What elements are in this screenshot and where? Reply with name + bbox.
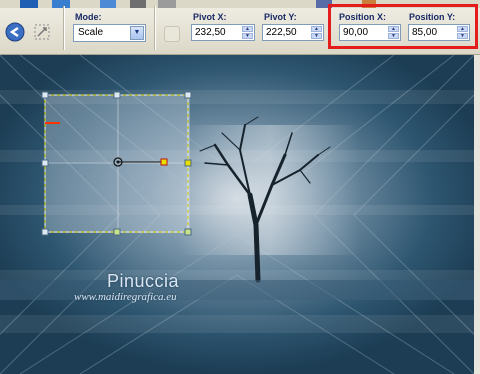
spin-up-icon[interactable]: ▲ [242,26,253,32]
tool-options-toolbar: Mode: Scale ▼ Pivot X: 232,50 ▲ ▼ Pivot Y… [0,0,480,55]
reset-icon [34,24,50,40]
image-canvas[interactable]: Pinuccia www.maidiregrafica.eu [0,55,474,374]
spin-up-icon[interactable]: ▲ [311,26,322,32]
spin-down-icon[interactable]: ▼ [242,33,253,39]
canvas-artwork [0,55,474,374]
toolbar-separator [154,6,156,50]
pivot-x-label: Pivot X: [193,12,227,22]
pivot-x-value: 232,50 [195,27,226,38]
pivot-x-field[interactable]: 232,50 ▲ ▼ [191,24,255,41]
pivot-x-spinner[interactable]: ▲ ▼ [242,26,253,39]
pivot-center-icon [164,26,180,42]
pivot-y-value: 222,50 [266,27,297,38]
pivot-y-label: Pivot Y: [264,12,297,22]
image-canvas-area[interactable]: Pinuccia www.maidiregrafica.eu [0,55,480,374]
spin-down-icon[interactable]: ▼ [311,33,322,39]
position-fields-highlight [328,4,478,49]
toolbar-separator [63,6,65,50]
watermark-url: www.maidiregrafica.eu [74,291,177,303]
mode-select-value: Scale [78,27,104,38]
apply-button[interactable] [5,22,27,44]
watermark-name: Pinuccia [107,271,180,291]
pivot-y-spinner[interactable]: ▲ ▼ [311,26,322,39]
mode-select[interactable]: Scale ▼ [73,24,146,42]
mode-label: Mode: [75,12,102,22]
vertical-scrollbar[interactable] [474,55,480,374]
pivot-y-field[interactable]: 222,50 ▲ ▼ [262,24,324,41]
chevron-down-icon[interactable]: ▼ [130,26,144,40]
apply-icon [5,22,25,42]
reset-button[interactable] [32,22,54,44]
